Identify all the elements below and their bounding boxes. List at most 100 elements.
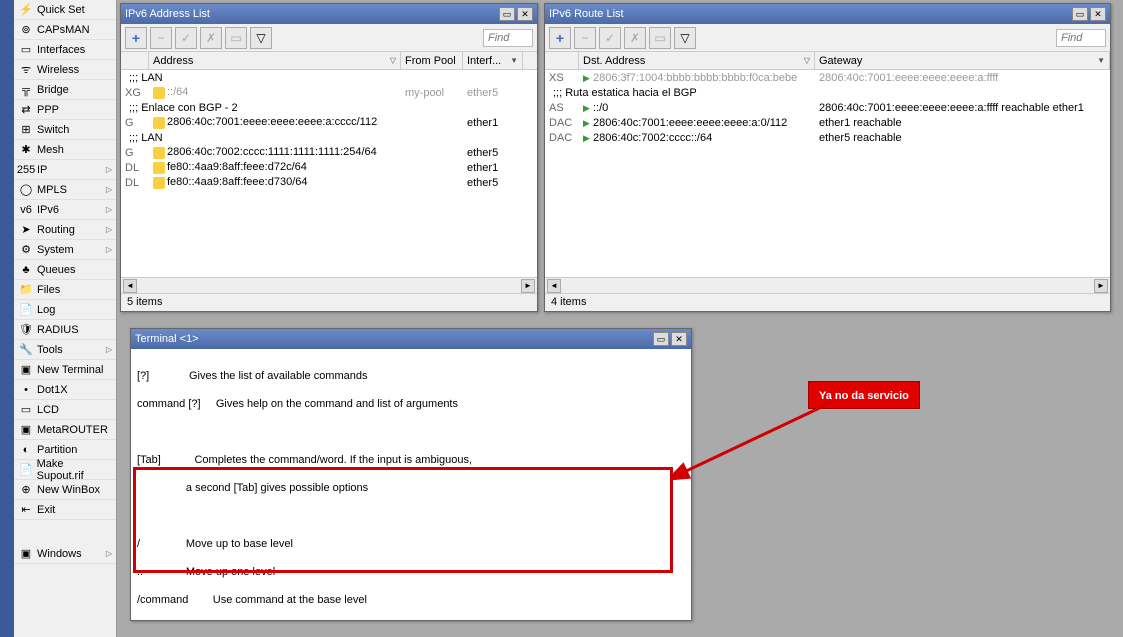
sidebar-item[interactable]: ⊕New WinBox xyxy=(14,480,116,500)
titlebar[interactable]: IPv6 Address List ▭ ✕ xyxy=(121,4,537,24)
col-from-pool[interactable]: From Pool xyxy=(405,55,456,67)
side-label: System xyxy=(37,244,74,256)
col-interface[interactable]: Interf... xyxy=(467,55,501,67)
min-icon[interactable]: ▭ xyxy=(499,7,515,21)
add-button[interactable]: + xyxy=(125,27,147,49)
sidebar-item[interactable]: ╦Bridge xyxy=(14,80,116,100)
sidebar-item[interactable]: ⊞Switch xyxy=(14,120,116,140)
side-label: IPv6 xyxy=(37,204,59,216)
term-line: [Tab] Completes the command/word. If the… xyxy=(137,453,685,467)
side-icon: ◯ xyxy=(18,182,34,198)
col-dst[interactable]: Dst. Address xyxy=(583,55,645,67)
find-input[interactable] xyxy=(1056,29,1106,47)
table-row[interactable]: DLfe80::4aa9:8aff:feee:d72c/64ether1 xyxy=(121,160,537,175)
titlebar[interactable]: IPv6 Route List ▭ ✕ xyxy=(545,4,1110,24)
side-icon: ⚙ xyxy=(18,242,34,258)
titlebar[interactable]: Terminal <1> ▭ ✕ xyxy=(131,329,691,349)
route-icon: ▶ xyxy=(583,133,590,143)
comment-button[interactable]: ▭ xyxy=(225,27,247,49)
min-icon[interactable]: ▭ xyxy=(653,332,669,346)
side-icon: ⊞ xyxy=(18,122,34,138)
term-line: .. Move up one level xyxy=(137,565,685,579)
disable-button[interactable]: ✗ xyxy=(200,27,222,49)
sidebar-item[interactable]: ⚙System ▷ xyxy=(14,240,116,260)
sidebar-item[interactable]: 📁Files xyxy=(14,280,116,300)
side-icon: 🔧 xyxy=(18,342,34,358)
winbox-strip xyxy=(0,0,14,637)
sidebar-item[interactable]: 📄Log xyxy=(14,300,116,320)
side-icon: ᯤ xyxy=(18,62,34,78)
sidebar-item[interactable]: ▣MetaROUTER xyxy=(14,420,116,440)
filter-button[interactable]: ▽ xyxy=(674,27,696,49)
side-label: Switch xyxy=(37,124,69,136)
addr-icon xyxy=(153,87,165,99)
close-icon[interactable]: ✕ xyxy=(671,332,687,346)
side-label: RADIUS xyxy=(37,324,79,336)
comment-button[interactable]: ▭ xyxy=(649,27,671,49)
side-label: MPLS xyxy=(37,184,67,196)
enable-button[interactable]: ✓ xyxy=(599,27,621,49)
sidebar-item[interactable]: ▭LCD xyxy=(14,400,116,420)
table-row[interactable]: AS▶ ::/02806:40c:7001:eeee:eeee:eeee:a:f… xyxy=(545,100,1110,115)
scrollbar[interactable]: ◄► xyxy=(121,277,537,293)
sidebar-item[interactable]: ⇤Exit xyxy=(14,500,116,520)
find-input[interactable] xyxy=(483,29,533,47)
address-grid: Address▽ From Pool Interf...▼ ;;; LANXG:… xyxy=(121,52,537,277)
sidebar-item[interactable]: ▭Interfaces xyxy=(14,40,116,60)
sidebar-item[interactable]: ▣New Terminal xyxy=(14,360,116,380)
scrollbar[interactable]: ◄► xyxy=(545,277,1110,293)
table-row[interactable]: ;;; Ruta estatica hacia el BGP xyxy=(545,85,1110,100)
col-address[interactable]: Address xyxy=(153,55,193,67)
min-icon[interactable]: ▭ xyxy=(1072,7,1088,21)
route-icon: ▶ xyxy=(583,118,590,128)
term-line: / Move up to base level xyxy=(137,537,685,551)
sidebar-item[interactable]: ◯MPLS▷ xyxy=(14,180,116,200)
side-label: MetaROUTER xyxy=(37,424,108,436)
col-gateway[interactable]: Gateway xyxy=(819,55,862,67)
remove-button[interactable]: − xyxy=(150,27,172,49)
sidebar-item[interactable]: ⊚CAPsMAN xyxy=(14,20,116,40)
table-row[interactable]: DAC▶ 2806:40c:7001:eeee:eeee:eeee:a:0/11… xyxy=(545,115,1110,130)
window-title: IPv6 Route List xyxy=(549,8,624,20)
sidebar-item[interactable]: 255IP▷ xyxy=(14,160,116,180)
sidebar-item[interactable]: 🔧Tools ▷ xyxy=(14,340,116,360)
sidebar-item[interactable]: v6IPv6▷ xyxy=(14,200,116,220)
close-icon[interactable]: ✕ xyxy=(517,7,533,21)
table-row[interactable]: DAC▶ 2806:40c:7002:cccc::/64ether5 reach… xyxy=(545,130,1110,145)
sidebar-item[interactable]: ♣Queues xyxy=(14,260,116,280)
sidebar-item[interactable]: •Dot1X xyxy=(14,380,116,400)
disable-button[interactable]: ✗ xyxy=(624,27,646,49)
table-row[interactable]: ;;; Enlace con BGP - 2 xyxy=(121,100,537,115)
remove-button[interactable]: − xyxy=(574,27,596,49)
table-row[interactable]: DLfe80::4aa9:8aff:feee:d730/64ether5 xyxy=(121,175,537,190)
enable-button[interactable]: ✓ xyxy=(175,27,197,49)
addr-icon xyxy=(153,147,165,159)
status-bar: 5 items xyxy=(121,293,537,311)
window-title: IPv6 Address List xyxy=(125,8,210,20)
side-icon: ▣ xyxy=(18,422,34,438)
sidebar-item[interactable]: ➤Routing▷ xyxy=(14,220,116,240)
chevron-right-icon: ▷ xyxy=(106,165,112,174)
side-icon: ⊕ xyxy=(18,482,34,498)
add-button[interactable]: + xyxy=(549,27,571,49)
side-label: Tools xyxy=(37,344,63,356)
chevron-right-icon: ▷ xyxy=(106,245,112,254)
terminal-body[interactable]: [?] Gives the list of available commands… xyxy=(131,349,691,620)
sidebar-item-windows[interactable]: ▣Windows▷ xyxy=(14,544,116,564)
sidebar-item[interactable]: 📄Make Supout.rif xyxy=(14,460,116,480)
table-row[interactable]: ;;; LAN xyxy=(121,130,537,145)
table-row[interactable]: G2806:40c:7002:cccc:1111:1111:1111:254/6… xyxy=(121,145,537,160)
sidebar-item[interactable]: ᯤWireless xyxy=(14,60,116,80)
sidebar-item[interactable]: ⚡Quick Set xyxy=(14,0,116,20)
sidebar-item[interactable]: ✱Mesh xyxy=(14,140,116,160)
close-icon[interactable]: ✕ xyxy=(1090,7,1106,21)
table-row[interactable]: XG::/64my-poolether5 xyxy=(121,85,537,100)
filter-button[interactable]: ▽ xyxy=(250,27,272,49)
status-bar: 4 items xyxy=(545,293,1110,311)
table-row[interactable]: ;;; LAN xyxy=(121,70,537,85)
sidebar-item[interactable]: 🛡RADIUS xyxy=(14,320,116,340)
table-row[interactable]: G2806:40c:7001:eeee:eeee:eeee:a:cccc/112… xyxy=(121,115,537,130)
table-row[interactable]: XS▶ 2806:3f7:1004:bbbb:bbbb:bbbb:f0ca:be… xyxy=(545,70,1110,85)
sidebar-item[interactable]: ⇄PPP xyxy=(14,100,116,120)
chevron-right-icon: ▷ xyxy=(106,345,112,354)
